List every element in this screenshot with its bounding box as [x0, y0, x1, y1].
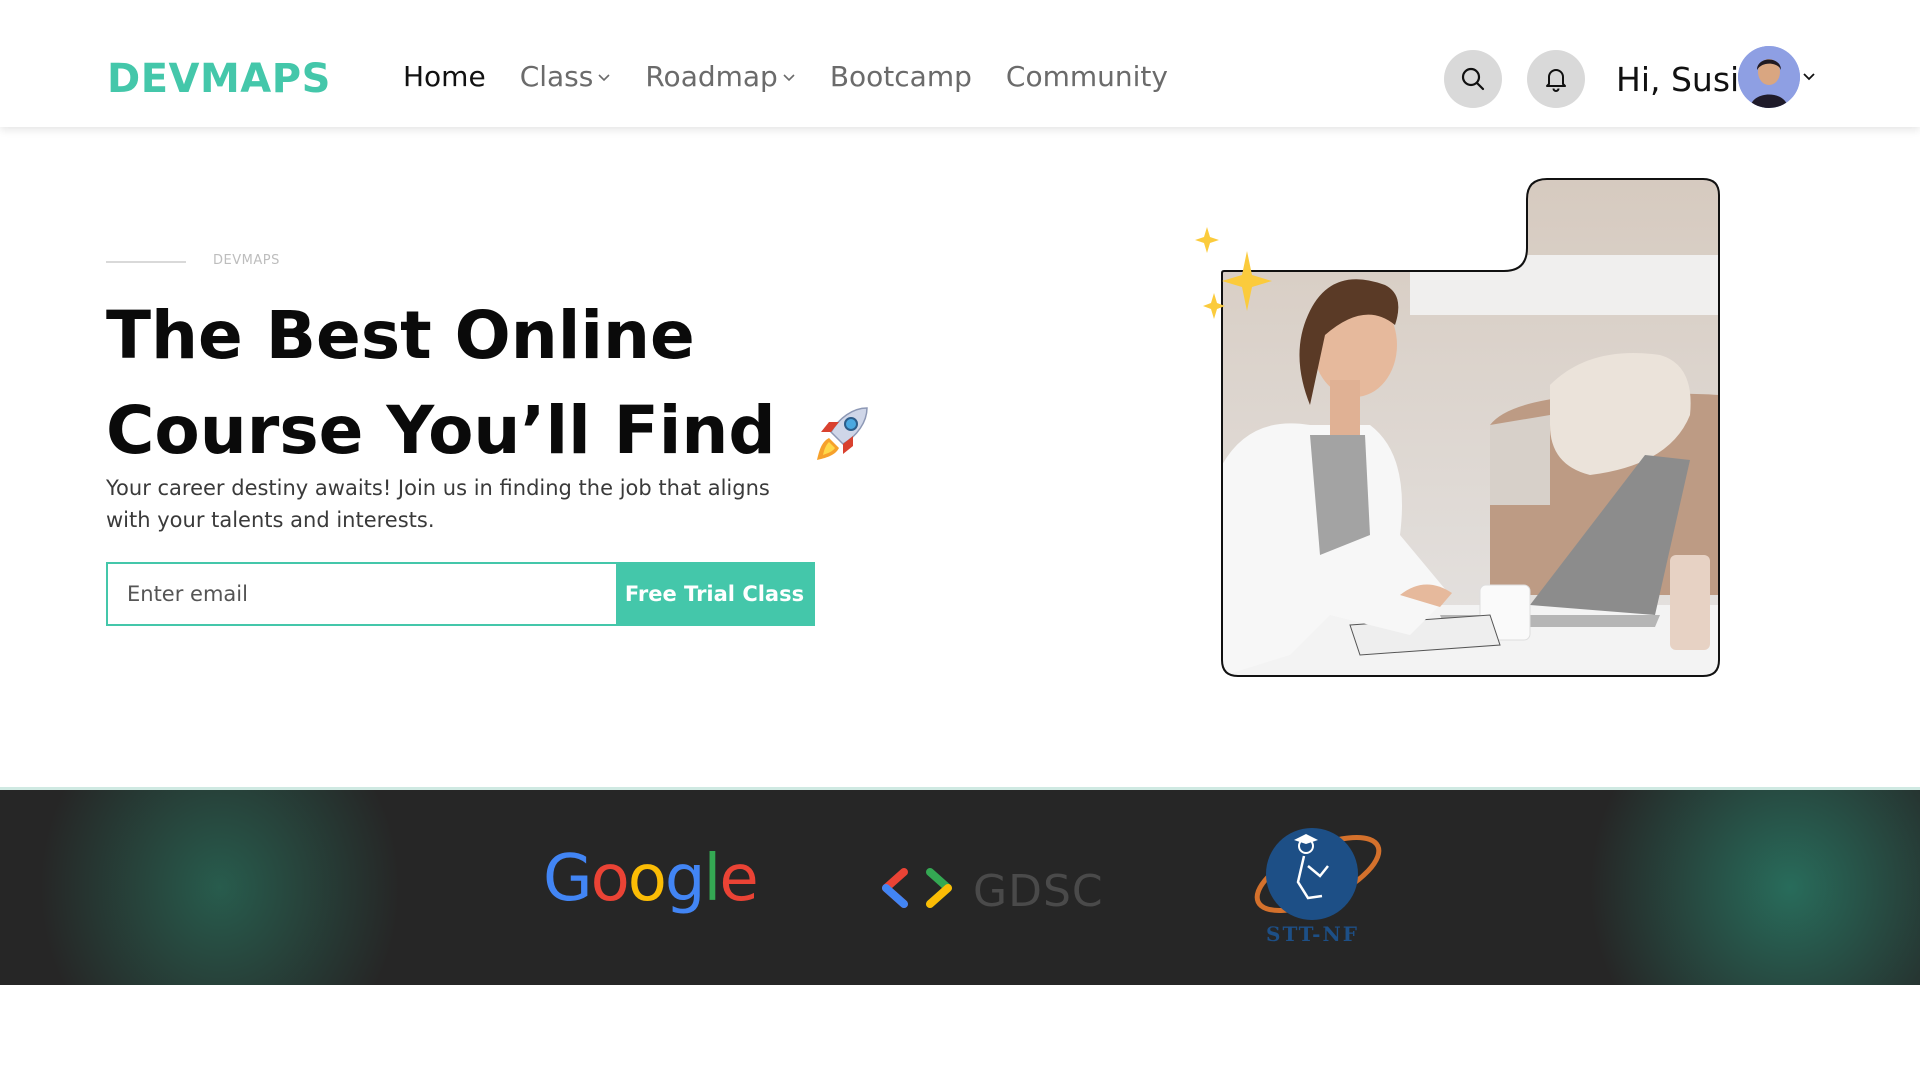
hero-eyebrow: DEVMAPS [213, 253, 280, 268]
chevron-down-icon[interactable] [1801, 68, 1817, 84]
notification-button[interactable] [1527, 50, 1585, 108]
avatar[interactable] [1738, 46, 1800, 108]
eyebrow-divider [106, 261, 186, 263]
user-greeting: Hi, Susi [1616, 60, 1740, 99]
gdsc-logo-text: GDSC [973, 866, 1104, 917]
search-icon [1461, 67, 1485, 91]
nav-item-home-label: Home [403, 60, 486, 93]
free-trial-button[interactable]: Free Trial Class [616, 564, 813, 624]
google-letter: o [590, 842, 630, 916]
nav-item-home[interactable]: Home [403, 60, 486, 93]
nav-item-bootcamp-label: Bootcamp [829, 60, 972, 93]
nav-item-class[interactable]: Class [520, 60, 612, 93]
nav-item-community-label: Community [1005, 60, 1168, 93]
hero-title: The Best Online Course You’ll Find [106, 288, 875, 478]
hero-title-line2: Course You’ll Find [106, 392, 776, 469]
nav-item-roadmap-label: Roadmap [645, 60, 778, 93]
google-letter: e [719, 842, 758, 916]
google-logo: Google [543, 842, 759, 916]
nav-item-bootcamp[interactable]: Bootcamp [830, 60, 972, 93]
google-letter: o [627, 842, 667, 916]
sttnf-logo-text: STT-NF [1266, 922, 1359, 946]
hero-title-line1: The Best Online [106, 297, 695, 374]
hero-description: Your career destiny awaits! Join us in f… [106, 476, 770, 532]
nav-item-class-label: Class [519, 60, 594, 93]
nav-item-community[interactable]: Community [1006, 60, 1168, 93]
nav-item-roadmap[interactable]: Roadmap [645, 60, 795, 93]
main-nav: Home Class Roadmap Bootcamp Community [403, 60, 1202, 93]
top-navbar: DEVMAPS Home Class Roadmap Bootcamp Comm… [0, 0, 1920, 127]
site-logo[interactable]: DEVMAPS [107, 56, 331, 102]
google-letter: g [664, 842, 706, 916]
email-signup-form: Free Trial Class [106, 562, 815, 626]
hero-image [1190, 175, 1730, 680]
rocket-icon [816, 407, 868, 460]
sttnf-logo [1254, 828, 1382, 920]
partners-strip [0, 787, 1920, 985]
bell-icon [1546, 69, 1566, 92]
google-letter: G [543, 842, 593, 916]
hero-photo [1195, 178, 1720, 677]
avatar-portrait [1738, 46, 1800, 108]
gdsc-brackets-icon [882, 868, 952, 908]
search-button[interactable] [1444, 50, 1502, 108]
google-letter: l [703, 842, 722, 916]
chevron-down-icon [598, 73, 610, 81]
chevron-down-icon [783, 73, 795, 81]
email-input[interactable] [108, 564, 616, 624]
